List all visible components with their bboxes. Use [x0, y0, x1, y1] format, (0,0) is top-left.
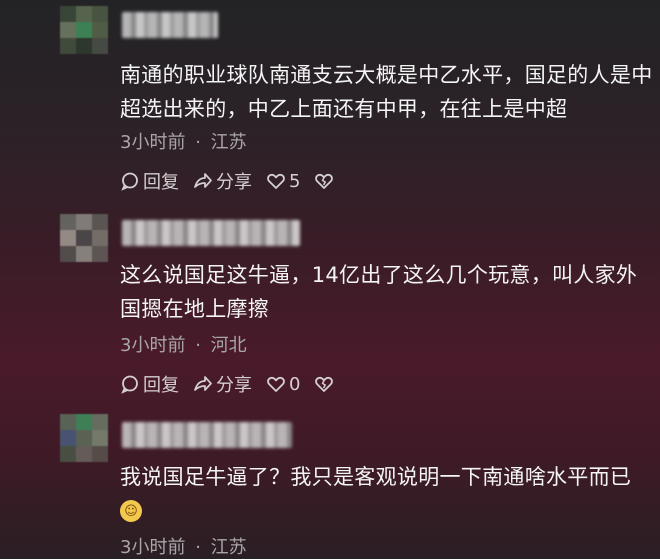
comment-time: 3小时前: [120, 537, 186, 558]
comment-location: 河北: [210, 335, 247, 356]
comment-time: 3小时前: [120, 335, 186, 356]
broken-heart-icon: [315, 376, 334, 392]
comment-actions: 回复 分享 0: [120, 371, 351, 397]
separator: ·: [195, 537, 201, 558]
username-blurred[interactable]: [122, 12, 218, 38]
dislike-button[interactable]: [314, 374, 337, 394]
avatar[interactable]: [60, 214, 108, 262]
heart-icon: [267, 173, 285, 189]
comment-text: 这么说国足这牛逼，14亿出了这么几个玩意，叫人家外国摁在地上摩擦: [120, 263, 638, 321]
share-button[interactable]: 分享: [193, 168, 252, 194]
comment-time: 3小时前: [120, 132, 186, 153]
comment-meta: 3小时前 · 河北: [120, 331, 247, 357]
comment-bubble-icon: [121, 375, 138, 394]
comment-location: 江苏: [210, 537, 247, 558]
separator: ·: [195, 132, 201, 153]
comment-text: 南通的职业球队南通支云大概是中乙水平，国足的人是中超选出来的，中乙上面还有中甲，…: [120, 63, 653, 121]
username-blurred[interactable]: [122, 422, 292, 448]
avatar[interactable]: [60, 6, 108, 54]
reply-button[interactable]: 回复: [120, 371, 179, 397]
separator: ·: [195, 335, 201, 356]
comment-meta: 3小时前 · 江苏: [120, 128, 247, 154]
comment-meta: 3小时前 · 江苏: [120, 533, 247, 559]
share-button[interactable]: 分享: [193, 371, 252, 397]
comment-location: 江苏: [210, 132, 247, 153]
reply-button[interactable]: 回复: [120, 168, 179, 194]
comment-text: 我说国足牛逼了？我只是客观说明一下南通啥水平而已: [120, 465, 632, 489]
share-arrow-icon: [194, 376, 212, 391]
heart-icon: [267, 376, 285, 392]
share-arrow-icon: [194, 173, 212, 188]
reply-label: 回复: [143, 375, 179, 396]
avatar[interactable]: [60, 414, 108, 462]
comment-actions: 回复 分享 5: [120, 168, 351, 194]
like-button[interactable]: 5: [266, 171, 300, 192]
share-label: 分享: [216, 375, 252, 396]
like-button[interactable]: 0: [266, 374, 300, 395]
comment-bubble-icon: [121, 172, 138, 191]
reply-label: 回复: [143, 172, 179, 193]
dislike-button[interactable]: [314, 171, 337, 191]
broken-heart-icon: [315, 173, 334, 189]
share-label: 分享: [216, 172, 252, 193]
like-count: 5: [289, 170, 301, 192]
laughing-tears-emoji-icon: ☺: [120, 500, 142, 522]
username-blurred[interactable]: [122, 220, 300, 246]
like-count: 0: [289, 373, 301, 395]
